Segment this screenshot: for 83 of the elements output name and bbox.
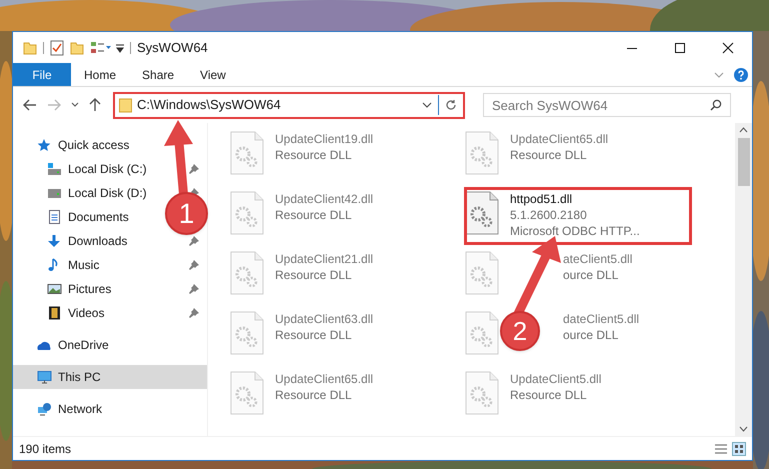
film-icon: [47, 306, 62, 320]
ribbon-tab[interactable]: Share: [129, 63, 188, 86]
picture-icon: [47, 282, 62, 296]
file-detail: Resource DLL: [275, 387, 353, 403]
computer-icon: [37, 370, 52, 384]
sidebar-item[interactable]: Quick access: [13, 133, 134, 157]
sidebar-item[interactable]: Network: [13, 397, 106, 421]
scroll-down-icon[interactable]: [739, 426, 748, 432]
file-detail: Resource DLL: [510, 387, 588, 403]
large-icons-view-icon[interactable]: [732, 442, 746, 456]
dll-file-icon: [230, 251, 264, 295]
sidebar-item[interactable]: Pictures: [47, 277, 116, 301]
maximize-icon[interactable]: [674, 42, 686, 54]
file-name: httpod51.dll: [510, 191, 574, 207]
file-detail: Resource DLL: [275, 207, 353, 223]
file-name: UpdateClient63.dll: [275, 311, 374, 327]
ribbon-tab[interactable]: Home: [71, 63, 130, 86]
dll-file-icon: [230, 131, 264, 175]
sidebar-item[interactable]: Videos: [47, 301, 108, 325]
file-name: UpdateClient65.dll: [275, 371, 374, 387]
file-name: dateClient5.dll: [563, 311, 640, 327]
sidebar-item[interactable]: Downloads: [47, 229, 132, 253]
dll-file-icon: [465, 131, 499, 175]
file-detail: Resource DLL: [275, 147, 353, 163]
sidebar-item[interactable]: Local Disk (D:): [47, 181, 151, 205]
download-icon: [47, 234, 62, 248]
sidebar-item[interactable]: Music: [47, 253, 104, 277]
item-count: 190 items: [19, 440, 72, 458]
scroll-up-icon[interactable]: [739, 127, 748, 133]
pin-icon[interactable]: [189, 284, 199, 294]
close-icon[interactable]: [722, 42, 734, 54]
help-icon[interactable]: [734, 68, 748, 82]
dll-file-icon: [465, 371, 499, 415]
file-detail: Microsoft ODBC HTTP...: [510, 223, 640, 239]
dropdown-icon[interactable]: [422, 102, 432, 108]
scrollbar-thumb[interactable]: [738, 138, 750, 186]
dll-file-icon: [230, 311, 264, 355]
dll-file-icon: [230, 191, 264, 235]
customize-toolbar-icon[interactable]: [116, 42, 124, 52]
file-name: UpdateClient21.dll: [275, 251, 374, 267]
drive-icon: [47, 162, 62, 176]
sidebar-item[interactable]: This PC: [13, 365, 207, 389]
file-detail: Resource DLL: [275, 327, 353, 343]
recent-locations-icon[interactable]: [71, 102, 79, 108]
pin-icon[interactable]: [189, 260, 199, 270]
search-field[interactable]: Search SysWOW64: [483, 93, 731, 117]
file-detail: Resource DLL: [510, 147, 588, 163]
file-name: ateClient5.dll: [563, 251, 632, 267]
refresh-icon[interactable]: [445, 99, 457, 111]
dll-file-icon: [230, 371, 264, 415]
address-bar[interactable]: C:\Windows\SysWOW64: [113, 92, 465, 118]
drive-icon: [47, 186, 62, 200]
pin-icon[interactable]: [189, 164, 199, 174]
window-title: SysWOW64: [137, 38, 208, 57]
details-view-icon[interactable]: [714, 442, 728, 454]
back-icon[interactable]: [23, 99, 37, 111]
file-name: UpdateClient42.dll: [275, 191, 374, 207]
search-icon: [710, 99, 722, 111]
sidebar-item[interactable]: Documents: [47, 205, 133, 229]
pin-icon[interactable]: [189, 236, 199, 246]
sidebar-item[interactable]: OneDrive: [13, 333, 113, 357]
view-options-icon[interactable]: [90, 40, 112, 54]
network-icon: [37, 402, 52, 416]
file-detail: ource DLL: [563, 327, 620, 343]
dll-file-icon: [465, 311, 499, 355]
ribbon-tab[interactable]: File: [13, 63, 71, 86]
file-name: UpdateClient19.dll: [275, 131, 374, 147]
file-detail: ource DLL: [563, 267, 620, 283]
chevron-icon[interactable]: [714, 72, 724, 78]
scrollbar[interactable]: [735, 123, 752, 436]
ribbon-tab[interactable]: View: [187, 63, 239, 86]
dll-file-icon: [465, 251, 499, 295]
document-icon: [47, 210, 62, 224]
properties-icon[interactable]: [50, 40, 64, 56]
file-name: UpdateClient65.dll: [510, 131, 608, 147]
file-name: UpdateClient5.dll: [510, 371, 602, 387]
sidebar-item[interactable]: Local Disk (C:): [47, 157, 151, 181]
pin-icon[interactable]: [189, 308, 199, 318]
file-detail: Resource DLL: [275, 267, 353, 283]
folder-icon: [119, 98, 132, 112]
file-detail: 5.1.2600.2180: [510, 207, 588, 223]
star-icon: [37, 138, 52, 152]
up-icon[interactable]: [89, 98, 101, 112]
